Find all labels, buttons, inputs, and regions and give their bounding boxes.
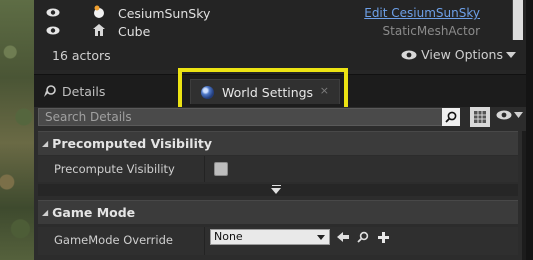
view-options-label: View Options [421,47,503,62]
section-precomputed-visibility[interactable]: ◢ Precomputed Visibility [38,131,518,155]
eye-icon [401,50,417,59]
column-divider[interactable] [204,156,205,182]
outliner-row[interactable]: CesiumSunSky Edit CesiumSunSky [34,4,514,22]
chevron-down-icon [317,235,325,240]
property-row: Precompute Visibility [38,156,518,182]
search-input[interactable] [38,108,460,126]
expand-arrow-icon [271,188,281,194]
panel-edge [526,0,533,260]
chevron-down-icon [514,112,523,118]
chevron-down-icon [506,51,516,58]
column-divider[interactable] [204,227,205,255]
use-selected-button[interactable] [336,230,350,244]
eye-icon[interactable] [46,26,60,35]
viewport-landscape-strip [0,0,34,260]
outliner-item-type: StaticMeshActor [382,24,480,38]
outliner-item-name: Cube [118,24,151,39]
search-button[interactable] [442,108,460,126]
add-button[interactable] [376,230,390,244]
outliner-row[interactable]: Cube StaticMeshActor [34,22,514,40]
property-matrix-button[interactable] [470,107,490,127]
outliner-scrollbar[interactable] [512,0,523,40]
grid-icon [474,111,486,123]
actor-count: 16 actors [52,48,111,63]
arrow-left-icon [337,232,349,242]
details-panel: ◢ Precomputed Visibility Precompute Visi… [34,107,526,260]
precompute-visibility-checkbox[interactable] [214,162,228,176]
details-icon [44,84,56,97]
select-value: None [214,230,243,243]
edit-cesiumsunsky-link[interactable]: Edit CesiumSunSky [364,6,480,20]
section-game-mode[interactable]: ◢ Game Mode [38,200,518,224]
search-icon [445,111,457,123]
advanced-expander[interactable] [38,184,518,196]
property-label: GameMode Override [54,233,173,247]
eye-icon[interactable] [46,8,60,17]
outliner-item-name: CesiumSunSky [118,6,211,21]
highlight-annotation [178,68,348,111]
property-label: Precompute Visibility [54,162,175,176]
details-scrollbar[interactable] [522,131,526,260]
section-title: Game Mode [52,205,136,220]
eye-icon [496,110,512,120]
collapse-arrow-icon: ◢ [42,208,49,217]
gamemode-override-select[interactable]: None [210,229,330,245]
visibility-options-button[interactable] [496,110,523,120]
search-icon [357,231,369,243]
collapse-arrow-icon: ◢ [42,139,49,148]
sunsky-icon [94,5,104,18]
static-mesh-icon [93,24,105,36]
expander-bar [272,185,281,186]
plus-icon [377,231,389,243]
tab-details[interactable]: Details [42,79,105,104]
property-row: GameMode Override None [38,227,518,255]
search-row [38,107,526,128]
world-outliner: CesiumSunSky Edit CesiumSunSky Cube Stat… [34,0,526,70]
view-options-button[interactable]: View Options [401,47,520,62]
browse-button[interactable] [356,230,370,244]
section-title: Precomputed Visibility [52,136,212,151]
tab-details-label: Details [62,84,106,99]
